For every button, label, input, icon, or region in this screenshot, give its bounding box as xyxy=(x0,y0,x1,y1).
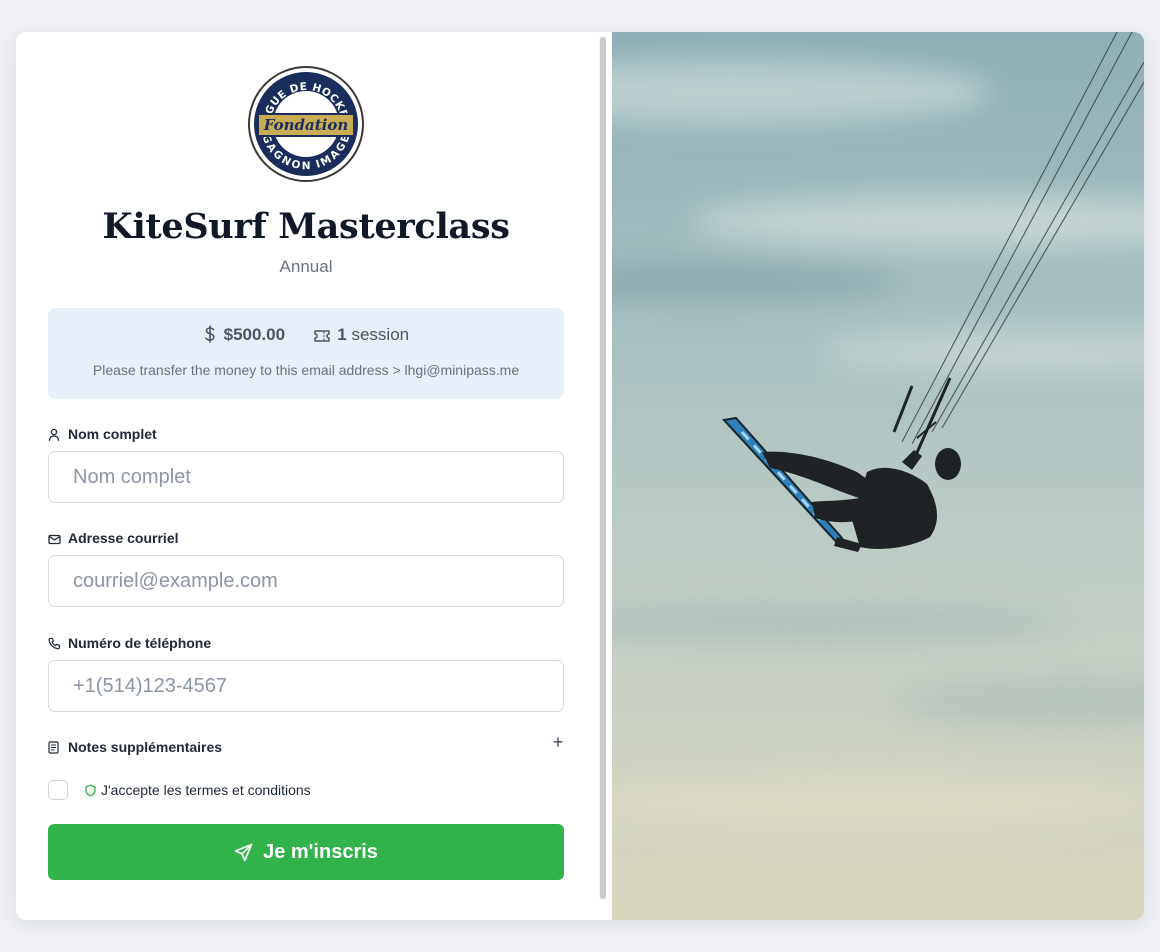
notes-toggle-label[interactable]: Notes supplémentaires xyxy=(48,739,222,757)
registration-form-panel: LIGUE DE HOCKEY GAGNON IMAGE Fondation K… xyxy=(16,32,612,920)
phone-icon xyxy=(48,637,62,653)
foundation-logo: LIGUE DE HOCKEY GAGNON IMAGE Fondation xyxy=(248,66,364,182)
register-submit-button[interactable]: Je m'inscris xyxy=(48,824,564,880)
page-title: KiteSurf Masterclass xyxy=(102,206,510,247)
terms-label[interactable]: J'accepte les termes et conditions xyxy=(84,782,311,800)
kitesurfer-photo xyxy=(612,32,1144,920)
name-field-label: Nom complet xyxy=(48,426,157,444)
svg-text:Fondation: Fondation xyxy=(263,116,349,134)
shield-icon xyxy=(84,784,97,800)
user-icon xyxy=(48,428,62,444)
ticket-icon xyxy=(313,328,331,348)
price-amount: $500.00 xyxy=(223,325,286,344)
email-input[interactable] xyxy=(48,555,564,607)
email-field-label: Adresse courriel xyxy=(48,530,179,548)
send-icon xyxy=(234,843,253,862)
register-button-label: Je m'inscris xyxy=(263,840,378,863)
price-row: $500.00 1 session xyxy=(48,325,564,348)
session-label: session xyxy=(351,325,410,344)
session-count: 1 xyxy=(337,325,347,344)
dollar-icon xyxy=(203,325,217,348)
phone-input[interactable] xyxy=(48,660,564,712)
terms-label-text: J'accepte les termes et conditions xyxy=(101,782,311,798)
page-subtitle: Annual xyxy=(279,257,333,276)
mail-icon xyxy=(48,532,62,548)
pricing-info-box: $500.00 1 session Please transfer the mo… xyxy=(48,308,564,399)
transfer-instructions: Please transfer the money to this email … xyxy=(92,362,520,378)
name-label-text: Nom complet xyxy=(68,426,157,442)
registration-card: LIGUE DE HOCKEY GAGNON IMAGE Fondation K… xyxy=(16,32,1144,920)
notes-expand-button[interactable]: + xyxy=(550,732,566,753)
notes-label-text: Notes supplémentaires xyxy=(68,739,223,755)
name-input[interactable] xyxy=(48,451,564,503)
email-label-text: Adresse courriel xyxy=(68,530,179,546)
scrollbar-thumb[interactable] xyxy=(600,37,606,899)
phone-field-label: Numéro de téléphone xyxy=(48,635,211,653)
document-icon xyxy=(48,741,62,757)
phone-label-text: Numéro de téléphone xyxy=(68,635,212,651)
terms-checkbox[interactable] xyxy=(48,780,68,800)
